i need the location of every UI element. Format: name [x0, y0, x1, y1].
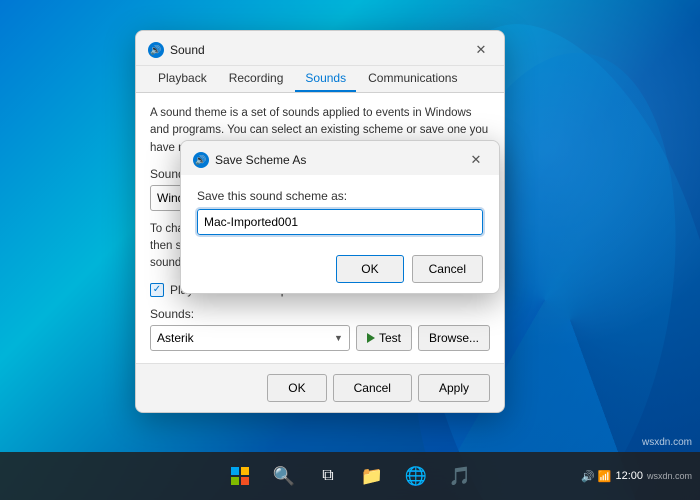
watermark-taskbar: wsxdn.com: [647, 471, 692, 481]
sounds-field-label: Sounds:: [150, 307, 490, 321]
tab-recording[interactable]: Recording: [219, 66, 294, 92]
taskbar-explorer-button[interactable]: 📁: [352, 456, 392, 496]
save-dialog-close-button[interactable]: ✕: [465, 149, 487, 171]
save-dialog-speaker-icon: 🔊: [193, 152, 209, 168]
save-dialog-title: Save Scheme As: [215, 153, 306, 167]
sound-apply-button[interactable]: Apply: [418, 374, 490, 402]
save-scheme-input[interactable]: [197, 209, 483, 235]
taskbar-right-area: 🔊 📶 12:00 wsxdn.com: [581, 470, 692, 483]
sounds-row: Asterik ▼ Test Browse...: [150, 325, 490, 351]
desktop: 🔊 Sound ✕ Playback Recording Sounds Comm…: [0, 0, 700, 500]
taskbar-time: 12:00: [615, 470, 643, 482]
sound-dialog-titlebar: 🔊 Sound ✕: [136, 31, 504, 66]
save-ok-button[interactable]: OK: [336, 255, 403, 283]
sounds-dropdown[interactable]: Asterik ▼: [150, 325, 350, 351]
sound-dialog-tabs: Playback Recording Sounds Communications: [136, 66, 504, 93]
sound-dialog-title-area: 🔊 Sound: [148, 42, 205, 58]
test-button-label: Test: [379, 331, 401, 345]
system-tray-icons: 🔊 📶: [581, 470, 611, 483]
sound-dialog-footer: OK Cancel Apply: [136, 363, 504, 412]
taskbar-music-button[interactable]: 🎵: [440, 456, 480, 496]
taskbar-edge-button[interactable]: 🌐: [396, 456, 436, 496]
music-icon: 🎵: [449, 466, 471, 487]
save-cancel-button[interactable]: Cancel: [412, 255, 483, 283]
sound-dialog-title: Sound: [170, 43, 205, 57]
save-dialog-title-area: 🔊 Save Scheme As: [193, 152, 306, 168]
browse-button[interactable]: Browse...: [418, 325, 490, 351]
sounds-chevron-icon: ▼: [334, 333, 343, 343]
folder-icon: 📁: [361, 466, 383, 487]
sound-ok-button[interactable]: OK: [267, 374, 326, 402]
sounds-dropdown-value: Asterik: [157, 331, 194, 345]
sound-dialog-close-button[interactable]: ✕: [470, 39, 492, 61]
play-icon: [367, 333, 375, 343]
sound-cancel-button[interactable]: Cancel: [333, 374, 412, 402]
tab-communications[interactable]: Communications: [358, 66, 467, 92]
save-dialog-titlebar: 🔊 Save Scheme As ✕: [181, 141, 499, 175]
taskbar-search-button[interactable]: 🔍: [264, 456, 304, 496]
taskbar-windows-button[interactable]: [220, 456, 260, 496]
save-dialog-label: Save this sound scheme as:: [197, 189, 483, 203]
taskview-icon: ⧉: [322, 467, 333, 485]
test-button[interactable]: Test: [356, 325, 412, 351]
save-scheme-dialog: 🔊 Save Scheme As ✕ Save this sound schem…: [180, 140, 500, 294]
save-dialog-content: Save this sound scheme as:: [181, 175, 499, 245]
tab-playback[interactable]: Playback: [148, 66, 217, 92]
taskbar-taskview-button[interactable]: ⧉: [308, 456, 348, 496]
speaker-icon: 🔊: [148, 42, 164, 58]
edge-icon: 🌐: [405, 466, 427, 487]
watermark: wsxdn.com: [642, 437, 692, 448]
taskbar: 🔍 ⧉ 📁 🌐 🎵 🔊 📶 12:00 wsxdn.com: [0, 452, 700, 500]
startup-sound-checkbox[interactable]: ✓: [150, 283, 164, 297]
search-icon: 🔍: [273, 466, 295, 487]
save-dialog-footer: OK Cancel: [181, 245, 499, 293]
tab-sounds[interactable]: Sounds: [295, 66, 356, 92]
windows-logo-icon: [231, 467, 249, 485]
